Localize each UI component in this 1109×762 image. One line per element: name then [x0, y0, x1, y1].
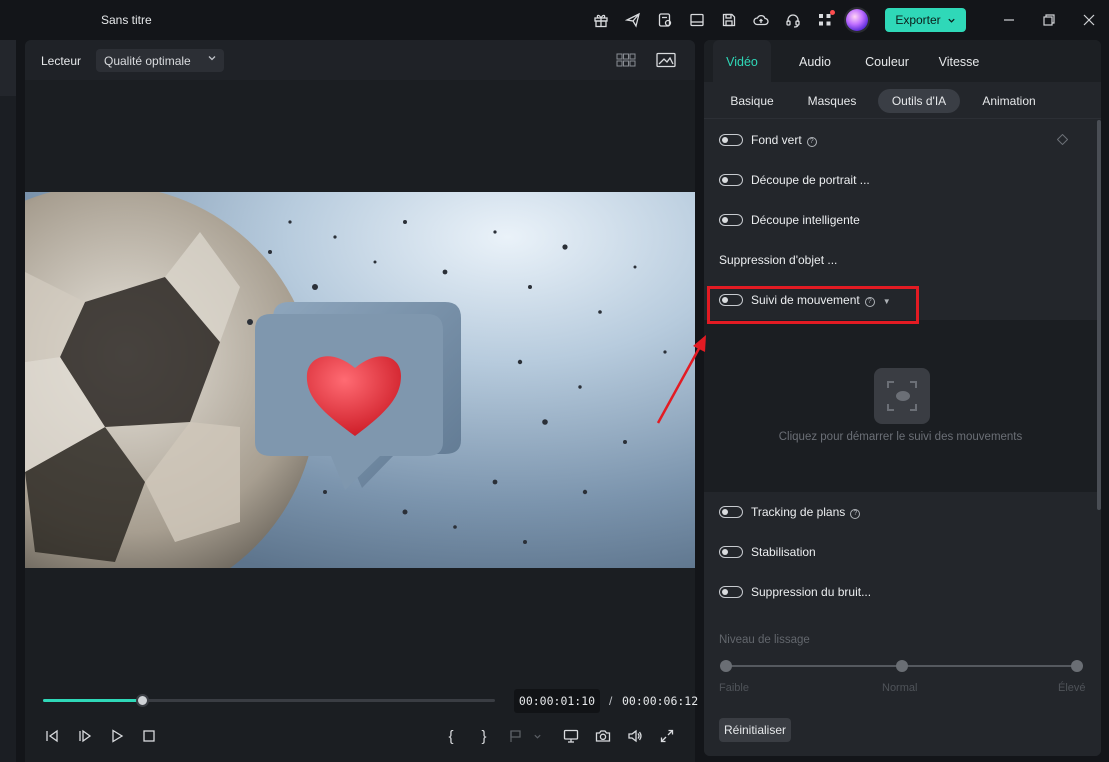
main-tabs: Vidéo Audio Couleur Vitesse — [704, 40, 1101, 82]
video-preview[interactable] — [25, 192, 695, 568]
time-separator: / — [609, 694, 613, 708]
denoise-row: Suppression du bruit... — [704, 572, 1097, 612]
next-frame-button[interactable] — [75, 726, 95, 746]
display-settings-button[interactable] — [561, 726, 581, 746]
progress-fill — [43, 699, 143, 702]
notification-dot — [830, 10, 835, 15]
tab-audio[interactable]: Audio — [786, 40, 844, 82]
smoothing-stop-high[interactable] — [1071, 660, 1083, 672]
smart-cutout-label: Découpe intelligente — [751, 213, 860, 227]
video-frame-image — [25, 192, 695, 568]
green-screen-row: Fond vert? — [704, 120, 1097, 160]
smoothing-level-low: Faible — [719, 682, 749, 694]
apps-grid-icon[interactable] — [815, 10, 835, 30]
chevron-down-icon — [207, 53, 217, 66]
motion-track-icon — [874, 368, 930, 424]
quality-select[interactable]: Qualité optimale — [96, 49, 224, 72]
subtab-animation[interactable]: Animation — [972, 89, 1046, 113]
title-bar: Sans titre Exporter — [0, 0, 1109, 40]
green-screen-toggle[interactable] — [719, 134, 743, 146]
mark-out-button[interactable]: } — [474, 726, 494, 746]
annotation-arrow — [656, 335, 706, 424]
stabilization-label: Stabilisation — [751, 545, 816, 559]
help-icon[interactable]: ? — [806, 137, 817, 147]
subtab-masks[interactable]: Masques — [798, 89, 866, 113]
chevron-down-icon — [531, 726, 543, 746]
smoothing-section: Niveau de lissage Faible Normal Élevé — [704, 612, 1097, 704]
playhead-knob[interactable] — [136, 694, 150, 707]
playback-progress-slider[interactable] — [43, 694, 495, 707]
plane-tracking-label: Tracking de plans — [751, 505, 846, 519]
headset-icon[interactable] — [783, 10, 803, 30]
panel-scrollbar[interactable] — [1097, 120, 1101, 510]
motion-tracking-hint: Cliquez pour démarrer le suivi des mouve… — [778, 431, 1023, 443]
stop-button[interactable] — [139, 726, 159, 746]
player-header: Lecteur Qualité optimale — [25, 40, 695, 80]
fullscreen-icon[interactable] — [657, 726, 677, 746]
smart-cutout-toggle[interactable] — [719, 214, 743, 226]
stabilization-toggle[interactable] — [719, 546, 743, 558]
minimize-button[interactable] — [998, 10, 1020, 30]
keyframe-diamond-icon[interactable] — [1056, 133, 1069, 146]
restore-button[interactable] — [1038, 10, 1060, 30]
gift-icon[interactable] — [591, 10, 611, 30]
smart-cutout-row: Découpe intelligente — [704, 200, 1097, 240]
smoothing-stop-low[interactable] — [720, 660, 732, 672]
window-title: Sans titre — [101, 13, 152, 27]
send-icon[interactable] — [623, 10, 643, 30]
portrait-cutout-row: Découpe de portrait ... — [704, 160, 1097, 200]
plane-tracking-toggle[interactable] — [719, 506, 743, 518]
smoothing-level-high: Élevé — [1058, 682, 1086, 694]
tab-color[interactable]: Couleur — [856, 40, 918, 82]
save-icon[interactable] — [719, 10, 739, 30]
avatar[interactable] — [846, 9, 868, 31]
smoothing-stop-normal[interactable] — [896, 660, 908, 672]
camera-icon[interactable] — [593, 726, 613, 746]
help-icon[interactable]: ? — [850, 509, 861, 519]
chevron-down-icon — [948, 18, 955, 23]
object-removal-label: Suppression d'objet ... — [719, 253, 838, 267]
player-label: Lecteur — [41, 54, 82, 68]
properties-panel: Vidéo Audio Couleur Vitesse Basique Masq… — [704, 40, 1101, 756]
green-screen-label: Fond vert — [751, 133, 802, 147]
denoise-label: Suppression du bruit... — [751, 585, 872, 599]
subtab-basic[interactable]: Basique — [720, 89, 784, 113]
mark-in-button[interactable]: { — [441, 726, 461, 746]
grid-view-icon[interactable] — [616, 52, 636, 68]
stabilization-row: Stabilisation — [704, 532, 1097, 572]
media-panel-edge — [0, 40, 16, 762]
volume-icon[interactable] — [625, 726, 645, 746]
current-time[interactable]: 00:00:01:10 — [514, 689, 600, 713]
total-time: 00:00:06:12 — [622, 694, 699, 708]
image-snapshot-icon[interactable] — [656, 52, 676, 68]
tab-speed[interactable]: Vitesse — [929, 40, 989, 82]
play-button[interactable] — [107, 726, 127, 746]
annotation-highlight-box — [707, 286, 919, 324]
cloud-upload-icon[interactable] — [751, 10, 771, 30]
portrait-cutout-toggle[interactable] — [719, 174, 743, 186]
smoothing-label: Niveau de lissage — [719, 634, 810, 646]
object-removal-row[interactable]: Suppression d'objet ... — [704, 240, 1097, 280]
subtab-ai-tools[interactable]: Outils d'IA — [878, 89, 960, 113]
clipboard-gear-icon[interactable] — [655, 10, 675, 30]
previous-frame-button[interactable] — [42, 726, 62, 746]
reset-button[interactable]: Réinitialiser — [719, 718, 791, 742]
export-label: Exporter — [895, 13, 941, 27]
marker-flag-icon — [506, 726, 526, 746]
layout-icon[interactable] — [687, 10, 707, 30]
smoothing-level-normal: Normal — [882, 682, 918, 694]
denoise-toggle[interactable] — [719, 586, 743, 598]
plane-tracking-row: Tracking de plans? — [704, 492, 1097, 532]
quality-value: Qualité optimale — [104, 54, 191, 68]
motion-tracking-area[interactable]: Cliquez pour démarrer le suivi des mouve… — [704, 320, 1097, 492]
close-button[interactable] — [1078, 10, 1100, 30]
export-button[interactable]: Exporter — [885, 8, 966, 32]
sub-tabs: Basique Masques Outils d'IA Animation — [704, 82, 1101, 119]
tab-video[interactable]: Vidéo — [713, 40, 771, 82]
panel-footer: Réinitialiser — [704, 704, 1101, 756]
portrait-cutout-label: Découpe de portrait ... — [751, 173, 870, 187]
player-panel: Lecteur Qualité optimale 00:00:01:10 / 0… — [25, 40, 699, 762]
